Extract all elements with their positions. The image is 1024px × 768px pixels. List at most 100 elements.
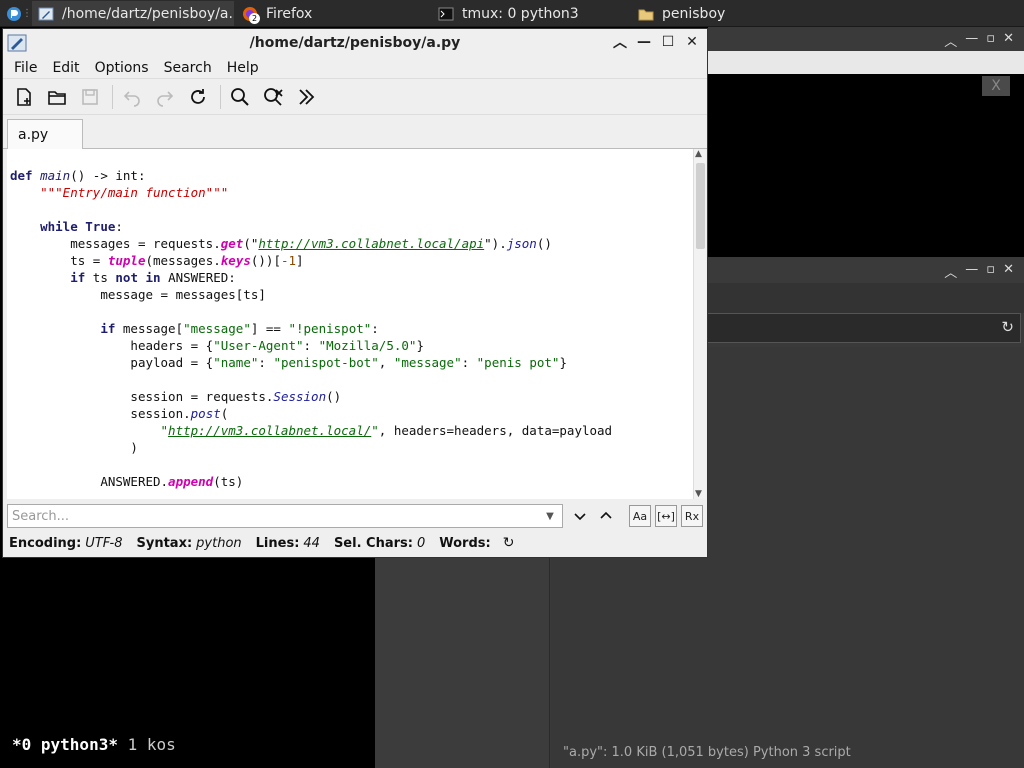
toolbar xyxy=(3,79,707,115)
code-token: (ts) xyxy=(213,474,244,489)
code-token: () xyxy=(326,389,342,404)
open-file-button[interactable] xyxy=(42,82,72,112)
toolbar-separator xyxy=(220,84,221,109)
taskbar-separator: ⋮ xyxy=(22,1,32,26)
background-window-toolbar xyxy=(708,51,1024,74)
minimize-icon[interactable]: — xyxy=(965,262,978,281)
close-icon[interactable]: ✕ xyxy=(683,33,701,51)
code-token: if xyxy=(100,321,116,336)
task-folder-label: penisboy xyxy=(662,5,726,22)
editor-window: /home/dartz/penisboy/a.py ︿ — ☐ ✕ File E… xyxy=(2,28,708,558)
tab-a-py[interactable]: a.py xyxy=(7,119,83,149)
code-token: Session xyxy=(273,389,327,404)
maximize-icon[interactable]: ▫ xyxy=(986,31,995,50)
close-icon[interactable]: ✕ xyxy=(1003,262,1014,281)
background-window: ︿ — ▫ ✕ X xyxy=(708,27,1024,257)
code-token: not in xyxy=(115,270,161,285)
encoding-value: UTF-8 xyxy=(85,535,123,551)
new-file-icon xyxy=(17,87,31,106)
task-folder[interactable]: penisboy xyxy=(632,1,834,26)
code-token: ) xyxy=(130,440,138,455)
open-folder-icon xyxy=(48,90,66,105)
double-chevron-right-icon xyxy=(299,88,315,105)
minimize-icon[interactable]: — xyxy=(965,31,978,50)
search-history-dropdown-icon[interactable]: ▼ xyxy=(541,505,559,527)
taskbar: ⋮ /home/dartz/penisboy/a.... 2 Firefox t… xyxy=(0,0,1024,27)
find-replace-icon xyxy=(264,87,283,106)
undo-button[interactable] xyxy=(117,82,147,112)
sel-chars-label: Sel. Chars: xyxy=(333,535,413,551)
menubar: File Edit Options Search Help xyxy=(3,57,707,79)
code-line-15: session.post( xyxy=(10,406,228,421)
chevron-up-icon[interactable]: ︿ xyxy=(944,31,957,50)
code-token: "). xyxy=(484,236,507,251)
taskbar-dots-icon: ⋮ xyxy=(22,8,32,19)
menu-file[interactable]: File xyxy=(7,60,45,76)
menu-options[interactable]: Options xyxy=(88,60,157,76)
editor-titlebar[interactable]: /home/dartz/penisboy/a.py ︿ — ☐ ✕ xyxy=(3,29,707,57)
search-input[interactable] xyxy=(7,504,563,528)
code-editor[interactable]: def main() -> int: """Entry/main functio… xyxy=(7,149,693,499)
task-firefox-label: Firefox xyxy=(266,5,313,22)
scroll-down-icon[interactable]: ▼ xyxy=(695,489,702,499)
new-file-button[interactable] xyxy=(9,82,39,112)
minimize-icon[interactable]: — xyxy=(635,33,653,51)
scrollbar-thumb[interactable] xyxy=(696,163,705,249)
goto-line-button[interactable] xyxy=(291,82,321,112)
reload-icon[interactable]: ↻ xyxy=(1001,318,1014,336)
task-firefox[interactable]: 2 Firefox xyxy=(236,1,432,26)
terminal-icon xyxy=(438,6,454,22)
code-token: http://vm3.collabnet.local/ xyxy=(168,423,372,438)
syntax-value: python xyxy=(196,535,242,551)
code-token: " xyxy=(160,423,169,438)
code-token: , headers=headers, data=payload xyxy=(378,423,613,438)
search-bar: ▼ Aa [↔] Rx xyxy=(7,502,705,530)
scroll-up-icon[interactable]: ▲ xyxy=(695,149,702,159)
refresh-word-count-icon[interactable]: ↻ xyxy=(503,535,515,551)
text-editor-icon xyxy=(38,6,54,22)
find-replace-button[interactable] xyxy=(258,82,288,112)
chevron-up-icon[interactable]: ︿ xyxy=(944,262,957,281)
background-close-button[interactable]: X xyxy=(982,76,1010,96)
save-button[interactable] xyxy=(75,82,105,112)
firefox-window-controls: ︿ — ▫ ✕ xyxy=(944,262,1014,281)
search-icon xyxy=(231,87,249,106)
reload-button[interactable] xyxy=(183,82,213,112)
code-token: ANSWERED. xyxy=(100,474,169,489)
vertical-scrollbar[interactable]: ▲ ▼ xyxy=(693,149,706,499)
firefox-urlbar[interactable]: ↻ xyxy=(705,313,1021,343)
menu-help[interactable]: Help xyxy=(220,60,267,76)
code-token: , xyxy=(378,355,394,370)
chevron-up-icon[interactable]: ︿ xyxy=(611,33,629,51)
maximize-icon[interactable]: ☐ xyxy=(659,33,677,51)
code-line-4: while True: xyxy=(10,219,123,234)
code-line-1: def main() -> int: xyxy=(10,168,145,183)
maximize-icon[interactable]: ▫ xyxy=(986,262,995,281)
encoding-label: Encoding: xyxy=(9,535,82,551)
menu-search[interactable]: Search xyxy=(157,60,220,76)
code-token: : xyxy=(371,321,379,336)
sel-chars-value: 0 xyxy=(416,535,426,551)
lines-label: Lines: xyxy=(255,535,300,551)
reload-icon xyxy=(191,88,205,104)
code-token: def xyxy=(10,168,33,183)
undo-icon xyxy=(123,90,140,107)
code-token: post xyxy=(190,406,221,421)
task-editor[interactable]: /home/dartz/penisboy/a.... xyxy=(32,1,234,26)
firefox-icon: 2 xyxy=(242,6,260,24)
match-case-toggle[interactable]: Aa xyxy=(629,505,651,527)
find-next-button[interactable] xyxy=(569,505,591,527)
close-icon[interactable]: ✕ xyxy=(1003,31,1014,50)
regex-toggle[interactable]: Rx xyxy=(681,505,703,527)
redo-button[interactable] xyxy=(150,82,180,112)
whole-word-toggle[interactable]: [↔] xyxy=(655,505,677,527)
tmux-current-window: *0 python3* xyxy=(12,735,118,754)
firefox-badge: 2 xyxy=(249,12,260,24)
document-tabbar: a.py xyxy=(3,115,707,149)
find-previous-button[interactable] xyxy=(595,505,617,527)
find-button[interactable] xyxy=(225,82,255,112)
tmux-statusline: *0 python3* 1 kos xyxy=(12,735,176,754)
menu-edit[interactable]: Edit xyxy=(45,60,87,76)
task-tmux[interactable]: tmux: 0 python3 xyxy=(432,1,632,26)
toolbar-separator xyxy=(112,84,113,109)
